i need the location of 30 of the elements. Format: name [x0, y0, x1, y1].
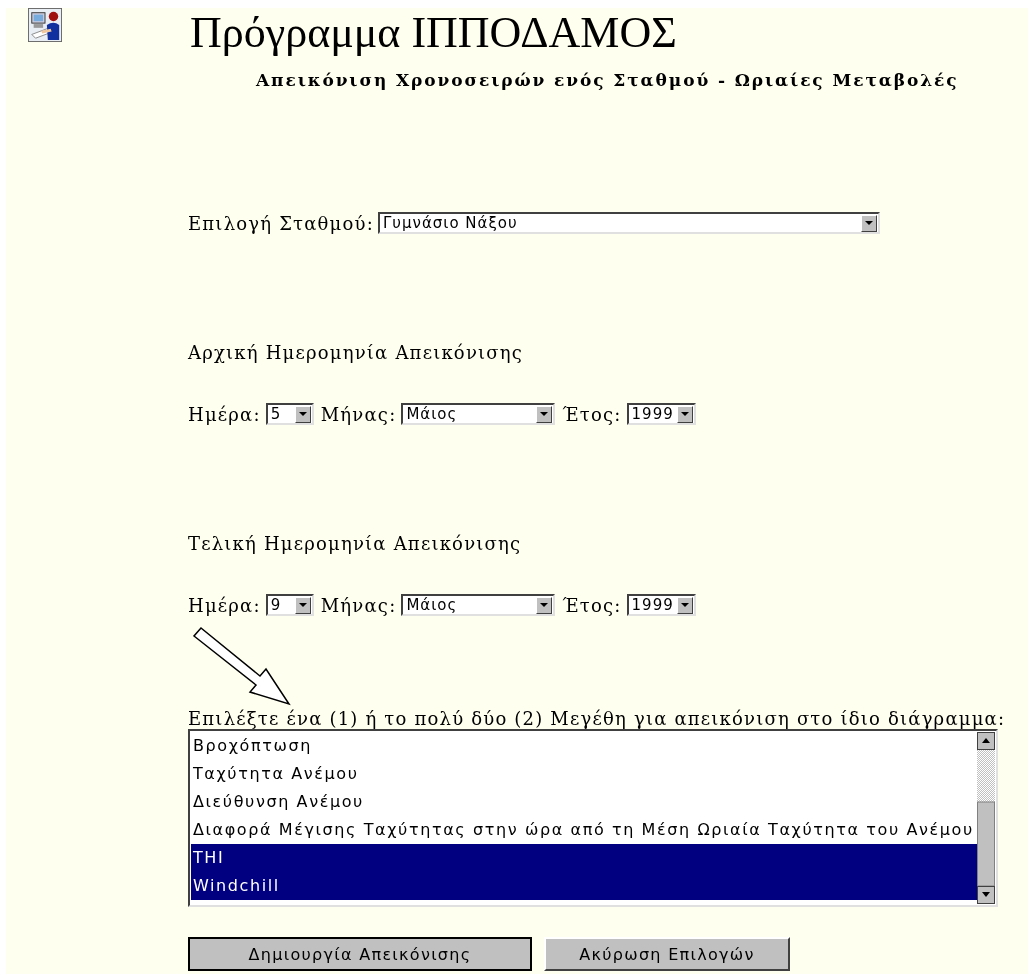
variables-label: Επιλέξτε ένα (1) ή το πολύ δύο (2) Μεγέθη για απεικόνιση στο ίδιο διάγραμμα: — [188, 708, 1007, 729]
date-heading: Αρχική Ημερομηνία Απεικόνισης — [188, 342, 525, 363]
form-button[interactable]: Δημιουργία Απεικόνισης — [188, 937, 532, 971]
hollow-arrow-icon — [192, 626, 292, 706]
form-button[interactable]: Ακύρωση Επιλογών — [544, 937, 790, 971]
day-dropdown[interactable]: 9 — [265, 594, 314, 616]
list-item[interactable]: Διαφορά Μέγισης Ταχύτητας στην ώρα από τη Μέση Ωριαία Ταχύτητα του Ανέμου — [191, 816, 977, 844]
month-dropdown[interactable]: Μάιος — [401, 594, 556, 616]
year-label: Έτος: — [562, 594, 622, 616]
day-dropdown[interactable]: 5 — [265, 403, 314, 425]
list-item[interactable]: Ταχύτητα Ανέμου — [191, 760, 977, 788]
list-item[interactable]: Windchill — [191, 872, 977, 900]
page-title: Πρόγραμμα ΙΠΠΟΔΑΜΟΣ — [190, 8, 678, 58]
year-dropdown[interactable]: 1999 — [626, 594, 696, 616]
list-item[interactable]: THI — [191, 844, 977, 872]
station-label: Επιλογή Σταθμού: — [188, 212, 374, 234]
month-label: Μήνας: — [320, 594, 397, 616]
variables-listbox[interactable]: Βροχόπτωση Ταχύτητα Ανέμου Διεύθυνση Ανέμου Διαφορά Μέγισης Ταχύτητας στην ώρα από τη Μέση Ωριαία Ταχύτητα του Ανέμου THI Windchill — [188, 729, 998, 907]
month-label: Μήνας: — [320, 403, 397, 425]
computer-user-icon — [28, 8, 62, 42]
list-item[interactable]: Διεύθυνση Ανέμου — [191, 788, 977, 816]
station-dropdown[interactable]: Γυμνάσιο Νάξου — [377, 212, 880, 234]
day-label: Ημέρα: — [188, 594, 261, 616]
year-dropdown[interactable]: 1999 — [626, 403, 696, 425]
month-dropdown[interactable]: Μάιος — [401, 403, 556, 425]
date-heading: Τελική Ημερομηνία Απεικόνισης — [188, 533, 523, 554]
list-item[interactable]: Βροχόπτωση — [191, 732, 977, 760]
day-label: Ημέρα: — [188, 403, 261, 425]
year-label: Έτος: — [562, 403, 622, 425]
page-subtitle: Απεικόνιση Χρονοσειρών ενός Σταθμού - Ωριαίες Μεταβολές — [256, 70, 959, 90]
